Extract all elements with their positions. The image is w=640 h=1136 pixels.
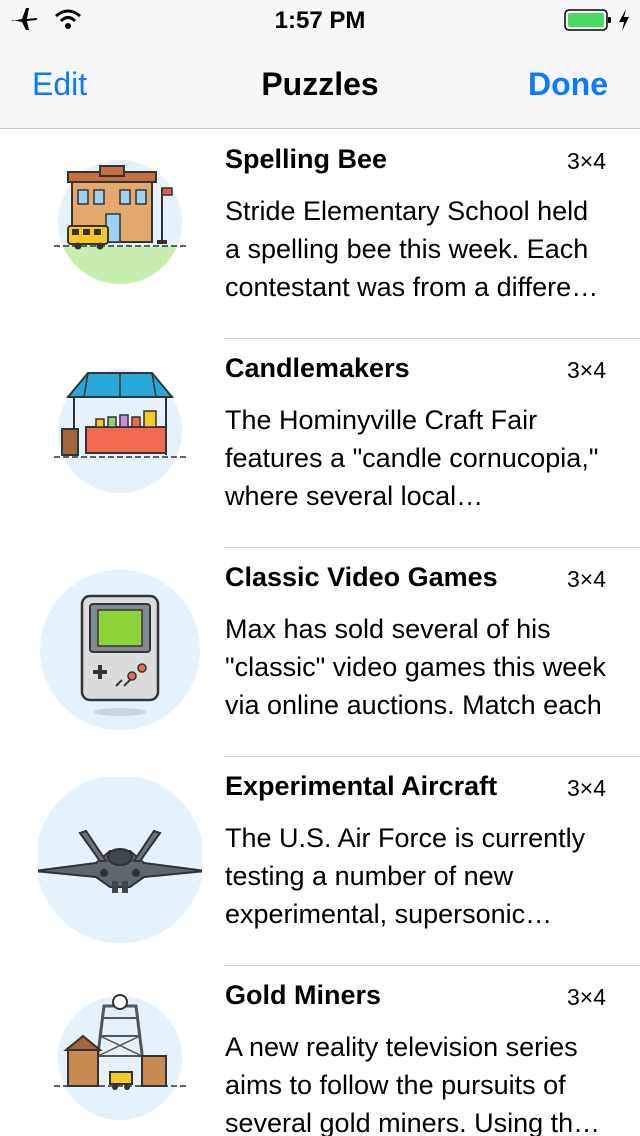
puzzle-description: Stride Elementary School held a spelling… bbox=[225, 196, 594, 302]
puzzle-row-candlemakers[interactable]: Candlemakers 3×4 The Hominyville Craft F… bbox=[0, 339, 640, 548]
status-bar: 1:57 PM bbox=[0, 0, 640, 40]
status-time: 1:57 PM bbox=[274, 7, 366, 34]
jet-aircraft-icon bbox=[38, 777, 202, 943]
puzzle-grid-size: 3×4 bbox=[566, 775, 606, 801]
puzzle-list: Spelling Bee 3×4 Stride Elementary Schoo… bbox=[0, 130, 640, 1136]
battery-icon bbox=[564, 9, 611, 31]
craft-booth-icon bbox=[54, 369, 186, 493]
puzzle-title: Spelling Bee bbox=[225, 144, 388, 174]
puzzle-title: Experimental Aircraft bbox=[225, 771, 498, 801]
handheld-console-icon bbox=[40, 570, 200, 730]
done-button[interactable]: Done bbox=[528, 66, 608, 103]
puzzle-title: Gold Miners bbox=[225, 980, 382, 1010]
puzzle-row-spelling-bee[interactable]: Spelling Bee 3×4 Stride Elementary Schoo… bbox=[0, 130, 640, 339]
puzzle-grid-size: 3×4 bbox=[566, 357, 606, 383]
puzzle-grid-size: 3×4 bbox=[566, 984, 606, 1010]
puzzle-grid-size: 3×4 bbox=[566, 566, 606, 592]
puzzle-title: Candlemakers bbox=[225, 353, 410, 383]
school-icon bbox=[54, 160, 186, 284]
mine-tower-icon bbox=[54, 994, 186, 1120]
puzzle-description: A new reality television series aims to … bbox=[225, 1032, 589, 1136]
puzzle-row-experimental-aircraft[interactable]: Experimental Aircraft 3×4 The U.S. Air F… bbox=[0, 757, 640, 966]
puzzle-description: The Hominyville Craft Fair features a "c… bbox=[225, 405, 599, 511]
navigation-bar: Edit Puzzles Done bbox=[0, 40, 640, 129]
puzzle-description: The U.S. Air Force is currently testing … bbox=[225, 823, 586, 929]
status-right bbox=[564, 8, 630, 32]
puzzle-row-classic-video-games[interactable]: Classic Video Games 3×4 Max has sold sev… bbox=[0, 548, 640, 757]
puzzle-grid-size: 3×4 bbox=[566, 148, 606, 174]
puzzle-row-gold-miners[interactable]: Gold Miners 3×4 A new reality television… bbox=[0, 966, 640, 1136]
charging-bolt-icon bbox=[619, 9, 629, 31]
puzzle-description: Max has sold several of his "classic" vi… bbox=[225, 614, 606, 720]
puzzle-title: Classic Video Games bbox=[225, 562, 498, 592]
